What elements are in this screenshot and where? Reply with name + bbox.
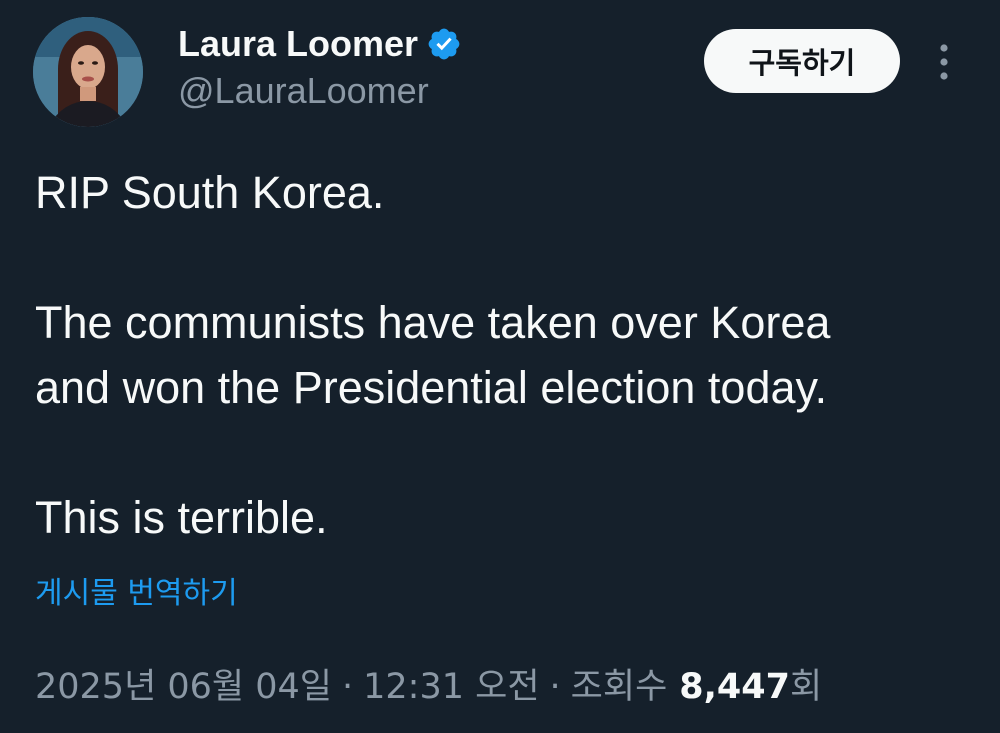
post-date[interactable]: 2025년 06월 04일 — [35, 658, 332, 709]
tweet-container: Laura Loomer @LauraLoomer 구독하기 RIP South… — [0, 0, 1000, 733]
user-handle[interactable]: @LauraLoomer — [178, 70, 429, 112]
avatar[interactable] — [33, 17, 143, 127]
tweet-line: and won the Presidential election today. — [35, 362, 828, 413]
views-count[interactable]: 8,447 — [679, 667, 790, 707]
tweet-meta: 2025년 06월 04일 · 12:31 오전 · 조회수 8,447 회 — [35, 658, 822, 709]
post-time[interactable]: 12:31 오전 — [363, 658, 539, 709]
translate-post-link[interactable]: 게시물 번역하기 — [35, 568, 238, 612]
meta-separator: · — [342, 667, 354, 707]
views-label: 조회수 — [570, 667, 668, 707]
tweet-line: This is terrible. — [35, 492, 328, 543]
name-row: Laura Loomer — [178, 22, 462, 66]
views-suffix: 회 — [790, 667, 823, 707]
meta-separator: · — [549, 667, 561, 707]
verified-badge-icon[interactable] — [426, 26, 462, 62]
profile-photo — [33, 17, 143, 127]
display-name[interactable]: Laura Loomer — [178, 23, 418, 65]
subscribe-button[interactable]: 구독하기 — [704, 29, 900, 93]
tweet-line: RIP South Korea. — [35, 167, 385, 218]
tweet-text: RIP South Korea. The communists have tak… — [35, 160, 975, 550]
tweet-line: The communists have taken over Korea — [35, 297, 831, 348]
more-vertical-icon[interactable] — [926, 40, 962, 84]
